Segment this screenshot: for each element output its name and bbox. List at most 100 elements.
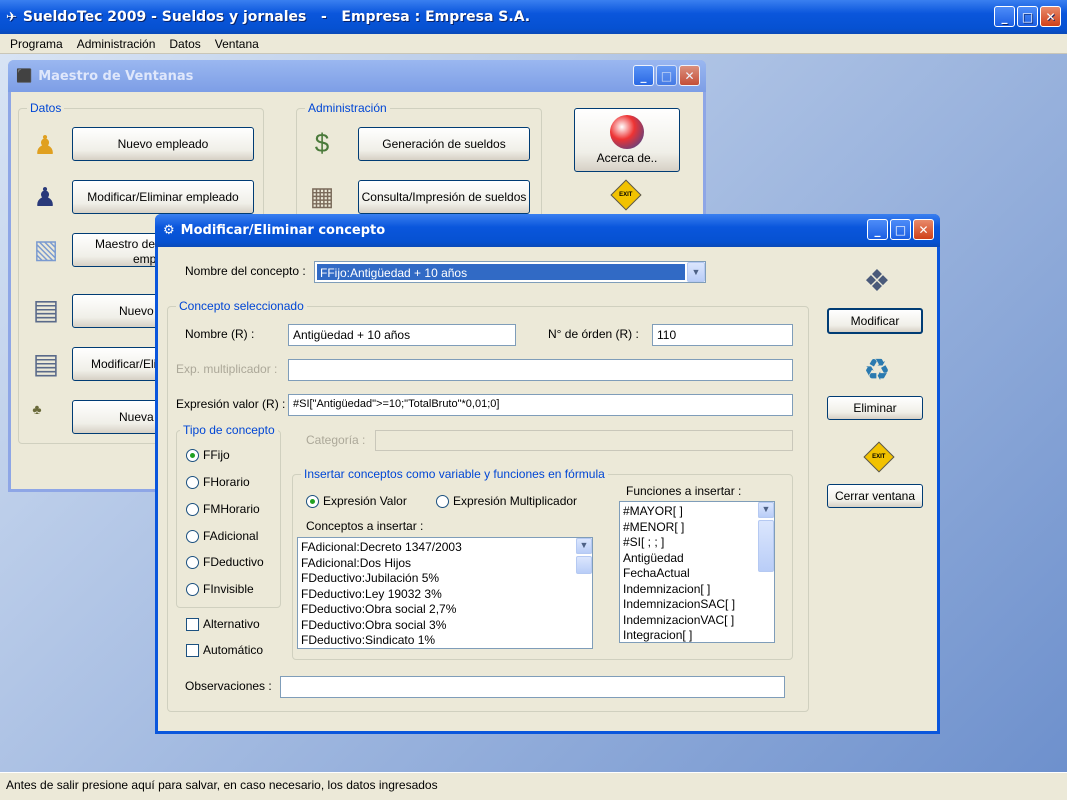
maestro-title-bar[interactable]: ⬛ Maestro de Ventanas _ □ ✕ (8, 60, 706, 92)
tipo-fdeductivo-radio[interactable]: FDeductivo (186, 555, 264, 569)
scroll-down-icon[interactable]: ▼ (576, 538, 592, 554)
status-bar[interactable]: Antes de salir presione aquí para salvar… (0, 772, 1067, 800)
tipo-finvisible-radio[interactable]: FInvisible (186, 582, 254, 596)
radio-icon (186, 582, 199, 596)
datos-group-label: Datos (27, 101, 65, 115)
person-edit-icon: ♟ (33, 181, 57, 212)
scroll-thumb[interactable] (576, 556, 592, 574)
nombre-concepto-select[interactable]: FFijo:Antigüedad + 10 años ▼ (314, 261, 706, 283)
exit-sign-icon[interactable]: EXIT (610, 179, 642, 211)
dialog-title: Modificar/Eliminar concepto (180, 223, 386, 238)
observaciones-input[interactable] (280, 676, 785, 698)
dialog-minimize-button[interactable]: _ (867, 219, 888, 240)
dialog-close-button[interactable]: ✕ (913, 219, 934, 240)
list-item[interactable]: IndemnizacionVAC[ ] (620, 613, 774, 629)
dialog-window-icon: ⚙ (163, 223, 175, 238)
list-item[interactable]: Integracion[ ] (620, 628, 774, 642)
funciones-label: Funciones a insertar : (626, 484, 742, 498)
list-item[interactable]: FDeductivo:Jubilación 5% (298, 571, 592, 587)
list-item[interactable]: FAdicional:Decreto 1347/2003 (298, 540, 592, 556)
list-item[interactable]: #SI[ ; ; ] (620, 535, 774, 551)
nombre-concepto-label: Nombre del concepto : (185, 264, 306, 278)
list-item[interactable]: #MAYOR[ ] (620, 504, 774, 520)
checkbox-icon (186, 643, 199, 657)
maximize-button[interactable]: □ (1017, 6, 1038, 27)
dialog-maximize-button[interactable]: □ (890, 219, 911, 240)
expresion-valor-radio[interactable]: Expresión Valor (306, 494, 407, 508)
multiplicador-input[interactable] (288, 359, 793, 381)
cerrar-ventana-button[interactable]: Cerrar ventana (827, 484, 923, 508)
expresion-multiplicador-radio[interactable]: Expresión Multiplicador (436, 494, 577, 508)
tipo-ffijo-radio[interactable]: FFijo (186, 448, 230, 462)
nombre-label: Nombre (R) : (185, 327, 255, 341)
tipo-fhorario-radio[interactable]: FHorario (186, 475, 250, 489)
dialog-title-bar[interactable]: ⚙ Modificar/Eliminar concepto _ □ ✕ (155, 214, 940, 247)
expresion-valor-radio-label: Expresión Valor (323, 494, 407, 508)
maestro-minimize-button[interactable]: _ (633, 65, 654, 86)
generacion-sueldos-button[interactable]: Generación de sueldos (358, 127, 530, 161)
expresion-valor-input[interactable]: #SI["Antigüedad">=10;"TotalBruto"*0,01;0… (288, 394, 793, 416)
status-text: Antes de salir presione aquí para salvar… (6, 778, 438, 792)
exit-sign-text: EXIT (619, 192, 633, 198)
list-item[interactable]: FDeductivo:Obra social 3% (298, 618, 592, 634)
menu-programa[interactable]: Programa (10, 37, 63, 51)
minimize-button[interactable]: _ (994, 6, 1015, 27)
list-item[interactable]: Antigüedad (620, 551, 774, 567)
list-item[interactable]: #MENOR[ ] (620, 520, 774, 536)
folder-icon: ▤ (32, 293, 60, 325)
exit-sign-text: EXIT (872, 454, 886, 460)
app-title-bar[interactable]: ✈ SueldoTec 2009 - Sueldos y jornales - … (0, 0, 1067, 34)
radio-icon (186, 555, 199, 569)
orden-input[interactable]: 110 (652, 324, 793, 346)
alternativo-checkbox[interactable]: Alternativo (186, 617, 260, 631)
menu-datos[interactable]: Datos (169, 37, 200, 51)
scroll-thumb[interactable] (758, 520, 774, 572)
list-item[interactable]: FAdicional:Dos Hijos (298, 556, 592, 572)
tipo-fadicional-radio[interactable]: FAdicional (186, 529, 258, 543)
observaciones-label: Observaciones : (185, 679, 272, 693)
multiplicador-label: Exp. multiplicador : (176, 362, 278, 376)
menu-administracion[interactable]: Administración (77, 37, 156, 51)
automatico-checkbox[interactable]: Automático (186, 643, 263, 657)
close-button[interactable]: ✕ (1040, 6, 1061, 27)
app-title: SueldoTec 2009 - Sueldos y jornales - Em… (22, 9, 531, 25)
maestro-button-label-2: emp (133, 252, 157, 266)
acerca-de-button[interactable]: Acerca de.. (574, 108, 680, 172)
tipo-fmhorario-radio[interactable]: FMHorario (186, 502, 260, 516)
eliminar-button[interactable]: Eliminar (827, 396, 923, 420)
nuevo-empleado-button[interactable]: Nuevo empleado (72, 127, 254, 161)
funciones-scrollbar[interactable]: ▲ ▼ (758, 502, 774, 572)
scroll-down-icon[interactable]: ▼ (758, 502, 774, 518)
list-item[interactable]: FDeductivo:Sindicato 1% (298, 633, 592, 648)
radio-icon (186, 529, 199, 543)
consulta-sueldos-button[interactable]: Consulta/Impresión de sueldos (358, 180, 530, 214)
maestro-close-button[interactable]: ✕ (679, 65, 700, 86)
maestro-maximize-button[interactable]: □ (656, 65, 677, 86)
app-logo-icon: ✈ (6, 9, 17, 25)
conceptos-list[interactable]: FAdicional:Decreto 1347/2003 FAdicional:… (297, 537, 593, 649)
expresion-valor-label: Expresión valor (R) : (176, 397, 286, 411)
tipo-fhorario-label: FHorario (203, 475, 250, 489)
list-item[interactable]: IndemnizacionSAC[ ] (620, 597, 774, 613)
list-item[interactable]: Indemnizacion[ ] (620, 582, 774, 598)
modificar-eliminar-button-label: Modificar/Eli (91, 357, 157, 371)
list-item[interactable]: FDeductivo:Ley 19032 3% (298, 587, 592, 603)
tipo-fmhorario-label: FMHorario (203, 502, 260, 516)
tipo-concepto-label: Tipo de concepto (180, 423, 278, 437)
funciones-list[interactable]: #MAYOR[ ] #MENOR[ ] #SI[ ; ; ] Antigüeda… (619, 501, 775, 643)
maestro-title: Maestro de Ventanas (38, 68, 194, 84)
list-item[interactable]: FechaActual (620, 566, 774, 582)
list-item[interactable]: FDeductivo:Obra social 2,7% (298, 602, 592, 618)
nombre-input[interactable]: Antigüedad + 10 años (288, 324, 516, 346)
modificar-button[interactable]: Modificar (827, 308, 923, 334)
exit-sign-icon: EXIT (862, 441, 896, 473)
maestro-button-label: Maestro de (95, 237, 156, 251)
categoria-select[interactable] (375, 430, 793, 451)
menu-ventana[interactable]: Ventana (215, 37, 259, 51)
map-icon: ▧ (33, 233, 59, 264)
radio-checked-icon (186, 448, 199, 462)
dropdown-arrow-icon[interactable]: ▼ (687, 262, 705, 282)
concepto-seleccionado-label: Concepto seleccionado (176, 299, 307, 313)
conceptos-scrollbar[interactable]: ▲ ▼ (576, 538, 592, 574)
modificar-empleado-button[interactable]: Modificar/Eliminar empleado (72, 180, 254, 214)
